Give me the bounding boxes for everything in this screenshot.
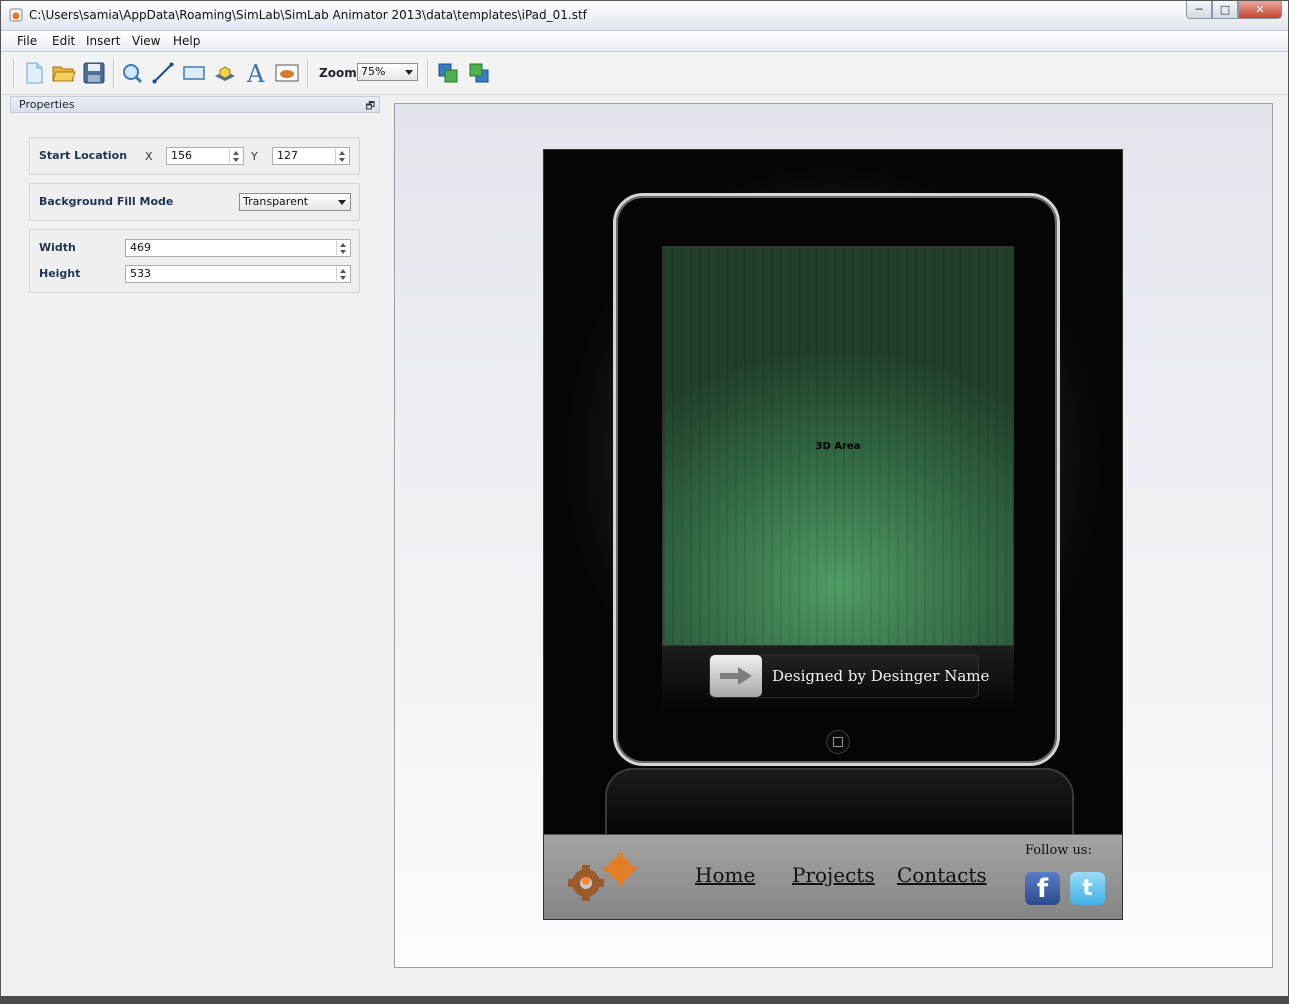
toolbar-separator (13, 58, 15, 88)
minimize-button[interactable]: ─ (1186, 1, 1212, 19)
gears-logo-icon (568, 853, 636, 901)
menu-bar: File Edit Insert View Help (1, 31, 1288, 52)
bring-forward-icon[interactable] (436, 61, 460, 85)
width-spinbox[interactable]: 469 (125, 239, 351, 257)
new-file-icon[interactable] (22, 61, 46, 85)
send-backward-icon[interactable] (467, 61, 491, 85)
zoom-select[interactable]: 75% (357, 63, 418, 81)
x-spinbox[interactable]: 156 (166, 147, 244, 165)
window-bottom-edge (0, 996, 1289, 1004)
spinner-arrows-icon[interactable] (336, 267, 349, 281)
ipad-reflection (605, 768, 1074, 838)
size-group: Width 469 Height 533 (29, 229, 360, 293)
svg-text:A: A (246, 61, 265, 85)
toolbar: A Zoom 75% (1, 52, 1288, 95)
background-fill-group: Background Fill Mode Transparent (29, 183, 360, 221)
window-title: C:\Users\samia\AppData\Roaming\SimLab\Si… (29, 8, 587, 22)
chevron-down-icon (338, 200, 346, 205)
maximize-button[interactable]: □ (1212, 1, 1238, 19)
menu-edit[interactable]: Edit (52, 34, 75, 48)
width-value: 469 (130, 241, 151, 254)
template-page[interactable]: 3D Area Designed by Desinger Name Home P… (543, 149, 1123, 920)
nav-home-link[interactable]: Home (695, 863, 755, 887)
y-value: 127 (277, 149, 298, 162)
zoom-value: 75% (361, 65, 386, 78)
properties-title: Properties (19, 98, 75, 111)
start-location-group: Start Location X 156 Y 127 (29, 137, 360, 175)
background-fill-select[interactable]: Transparent (239, 193, 351, 211)
3d-area-label: 3D Area (815, 441, 861, 452)
menu-help[interactable]: Help (173, 34, 200, 48)
app-window: C:\Users\samia\AppData\Roaming\SimLab\Si… (0, 0, 1289, 1004)
3d-area-icon[interactable] (213, 61, 237, 85)
width-label: Width (39, 241, 76, 254)
chevron-down-icon (405, 70, 413, 75)
image-tool-icon[interactable] (275, 61, 299, 85)
arrow-right-icon[interactable] (710, 655, 762, 697)
rectangle-tool-icon[interactable] (182, 61, 206, 85)
3d-area[interactable]: 3D Area (662, 246, 1014, 646)
nav-contacts-link[interactable]: Contacts (897, 863, 987, 887)
app-icon (9, 8, 23, 22)
spinner-arrows-icon[interactable] (336, 241, 349, 255)
toolbar-separator (113, 58, 115, 88)
open-folder-icon[interactable] (52, 61, 76, 85)
toolbar-separator (307, 58, 309, 88)
x-label: X (145, 150, 153, 163)
properties-panel-header: Properties 🗗 (10, 96, 380, 113)
height-spinbox[interactable]: 533 (125, 265, 351, 283)
line-tool-icon[interactable] (151, 61, 175, 85)
twitter-icon[interactable]: t (1070, 872, 1105, 905)
follow-us-label: Follow us: (1025, 843, 1092, 858)
y-spinbox[interactable]: 127 (272, 147, 350, 165)
template-footer: Home Projects Contacts Follow us: f t (544, 834, 1122, 919)
menu-insert[interactable]: Insert (86, 34, 120, 48)
ipad-home-button (826, 730, 850, 754)
menu-file[interactable]: File (17, 34, 37, 48)
designed-by-box[interactable]: Designed by Desinger Name (709, 654, 989, 698)
facebook-icon[interactable]: f (1025, 872, 1060, 905)
background-fill-label: Background Fill Mode (39, 195, 174, 208)
save-icon[interactable] (82, 61, 106, 85)
menu-view[interactable]: View (132, 34, 160, 48)
height-value: 533 (130, 267, 151, 280)
nav-projects-link[interactable]: Projects (792, 863, 875, 887)
spinner-arrows-icon[interactable] (335, 149, 348, 163)
panel-restore-icon[interactable]: 🗗 (366, 99, 375, 116)
background-fill-value: Transparent (243, 195, 309, 208)
text-tool-icon[interactable]: A (244, 61, 268, 85)
close-button[interactable]: ✕ (1238, 1, 1282, 19)
y-label: Y (251, 150, 258, 163)
height-label: Height (39, 267, 81, 280)
zoom-label: Zoom (319, 66, 357, 80)
designer-strip: Designed by Desinger Name (662, 646, 1014, 710)
spinner-arrows-icon[interactable] (229, 149, 242, 163)
zoom-area-icon[interactable] (120, 61, 144, 85)
x-value: 156 (171, 149, 192, 162)
toolbar-separator (427, 58, 429, 88)
designed-by-text: Designed by Desinger Name (772, 667, 990, 685)
title-bar[interactable]: C:\Users\samia\AppData\Roaming\SimLab\Si… (1, 1, 1288, 31)
start-location-label: Start Location (39, 149, 128, 162)
window-controls: ─ □ ✕ (1186, 1, 1282, 20)
